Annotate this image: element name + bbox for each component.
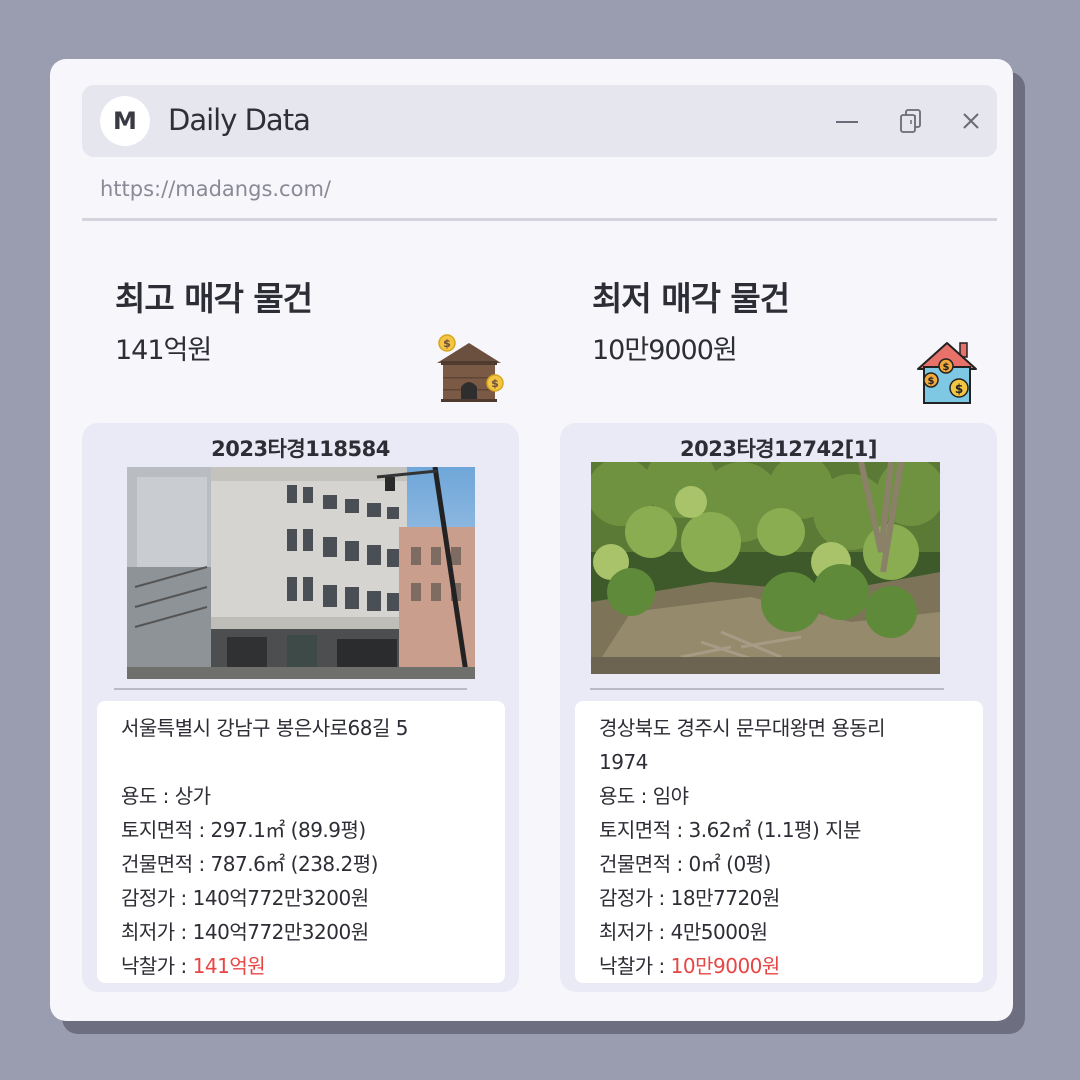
minimize-button[interactable] xyxy=(831,105,863,137)
house-coin-icon: $ $ xyxy=(437,334,504,402)
highest-sale-price: 141억원 xyxy=(115,335,212,366)
building-area: 건물면적 : 0㎡ (0평) xyxy=(599,852,771,876)
restore-button[interactable] xyxy=(895,105,927,137)
house-money-icon: $ $ $ xyxy=(917,342,977,404)
forest-photo xyxy=(591,462,940,674)
lowest-sale-price: 10만9000원 xyxy=(592,335,738,366)
appraisal-price: 감정가 : 18만7720원 xyxy=(599,886,780,910)
svg-text:$: $ xyxy=(955,382,963,396)
svg-text:$: $ xyxy=(943,362,950,373)
url-divider xyxy=(82,218,997,221)
minimum-price: 최저가 : 140억772만3200원 xyxy=(121,920,369,944)
minimum-price: 최저가 : 4만5000원 xyxy=(599,920,768,944)
appraisal-price: 감정가 : 140억772만3200원 xyxy=(121,886,369,910)
svg-text:$: $ xyxy=(928,376,935,387)
app-title: Daily Data xyxy=(168,103,311,137)
lowest-sale-card[interactable]: 2023타경12742[1] 경상북도 경주시 문무대왕면 용동리 1974 용… xyxy=(560,423,997,992)
app-window: M Daily Data https://madangs.com/ 최고 매각 … xyxy=(50,59,1013,1021)
case-number[interactable]: 2023타경118584 xyxy=(82,433,519,463)
property-address: 서울특별시 강남구 봉은사로68길 5 xyxy=(121,716,408,740)
svg-text:$: $ xyxy=(443,337,451,350)
winning-bid-label: 낙찰가 : xyxy=(599,954,671,978)
svg-text:$: $ xyxy=(491,377,499,390)
winning-bid: 낙찰가 : 141억원 xyxy=(121,949,481,983)
property-address-line1: 경상북도 경주시 문무대왕면 용동리 xyxy=(599,716,886,740)
property-details: 서울특별시 강남구 봉은사로68길 5 용도 : 상가 토지면적 : 297.1… xyxy=(97,701,505,983)
winning-bid-label: 낙찰가 : xyxy=(121,954,193,978)
building-area: 건물면적 : 787.6㎡ (238.2평) xyxy=(121,852,378,876)
property-usage: 용도 : 상가 xyxy=(121,784,211,808)
copy-icon xyxy=(900,109,921,133)
property-address-line2: 1974 xyxy=(599,750,648,774)
close-icon xyxy=(963,113,979,129)
lowest-sale-heading: 최저 매각 물건 xyxy=(592,279,790,318)
land-area: 토지면적 : 3.62㎡ (1.1평) 지분 xyxy=(599,818,861,842)
close-button[interactable] xyxy=(955,105,987,137)
highest-sale-card[interactable]: 2023타경118584 서울특별시 강남구 봉은사로68길 5 용도: 상가… xyxy=(82,423,519,992)
property-details: 경상북도 경주시 문무대왕면 용동리 1974 용도 : 임야 토지면적 : 3… xyxy=(575,701,983,983)
minimize-icon xyxy=(836,121,858,123)
title-bar: M Daily Data xyxy=(82,85,997,157)
winning-bid-value: 10만9000원 xyxy=(670,954,781,978)
winning-bid-value: 141억원 xyxy=(192,954,266,978)
app-logo: M xyxy=(100,96,150,146)
card-divider xyxy=(590,688,944,690)
building-photo xyxy=(127,467,475,679)
card-divider xyxy=(114,688,467,690)
case-number[interactable]: 2023타경12742[1] xyxy=(560,433,997,463)
land-area: 토지면적 : 297.1㎡ (89.9평) xyxy=(121,818,366,842)
property-usage: 용도 : 임야 xyxy=(599,784,689,808)
winning-bid: 낙찰가 : 10만9000원 xyxy=(599,949,959,983)
url-text[interactable]: https://madangs.com/ xyxy=(100,177,331,201)
highest-sale-heading: 최고 매각 물건 xyxy=(115,279,313,318)
